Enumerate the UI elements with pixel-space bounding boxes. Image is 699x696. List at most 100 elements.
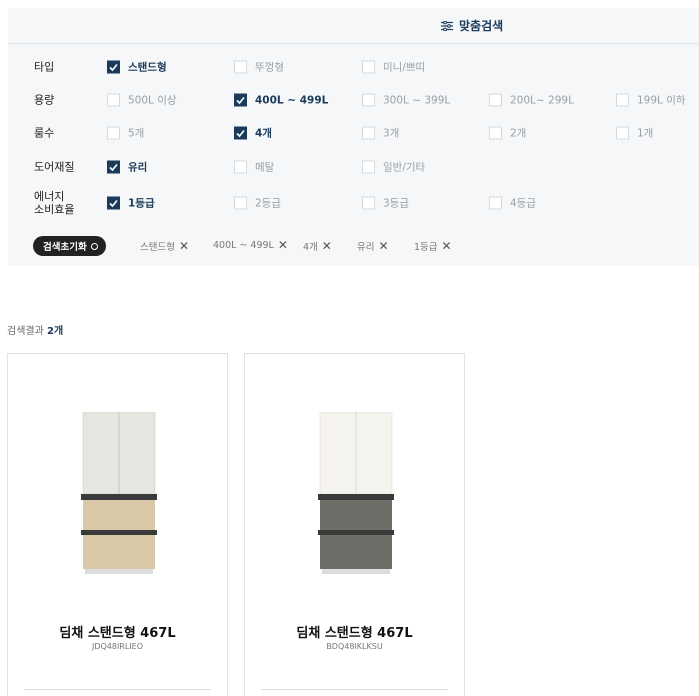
option-label: 4등급 xyxy=(510,197,537,210)
filter-label: 룸수 xyxy=(34,126,55,140)
checkbox[interactable] xyxy=(362,60,375,74)
result-count-value: 2개 xyxy=(47,326,64,337)
checkbox[interactable] xyxy=(616,93,629,107)
custom-search-panel: 맞춤검색 타입 스탠드형 뚜껑형 미니/쁘띠 용량 500L 이상 400L ~… xyxy=(8,8,699,266)
option-label: 2개 xyxy=(510,127,527,140)
checkbox[interactable] xyxy=(107,60,120,74)
checkbox[interactable] xyxy=(362,93,375,107)
checkbox[interactable] xyxy=(234,196,247,210)
option-metal[interactable]: 메탈 xyxy=(234,160,274,175)
selected-chip[interactable]: 유리 ✕ xyxy=(357,239,389,253)
chip-label: 4개 xyxy=(303,242,318,253)
product-model: JDQ48IRLIEO xyxy=(91,642,144,651)
option-stand[interactable]: 스탠드형 xyxy=(107,60,167,75)
option-rooms-2[interactable]: 2개 xyxy=(489,126,526,141)
panel-title-text: 맞춤검색 xyxy=(459,19,504,33)
checkbox[interactable] xyxy=(362,196,375,210)
product-name[interactable]: 딤채 스탠드형 467L xyxy=(8,622,227,641)
checkbox[interactable] xyxy=(107,160,120,174)
checkbox[interactable] xyxy=(362,160,375,174)
option-general[interactable]: 일반/기타 xyxy=(362,160,425,175)
product-model: BDQ48IKLKSU xyxy=(326,642,383,651)
result-label: 검색결과 xyxy=(7,326,44,337)
option-500-plus[interactable]: 500L 이상 xyxy=(107,93,177,108)
option-grade-3[interactable]: 3등급 xyxy=(362,196,409,211)
checkbox[interactable] xyxy=(107,93,120,107)
selected-chip[interactable]: 1등급 ✕ xyxy=(414,239,452,253)
option-200-299[interactable]: 200L~ 299L xyxy=(489,93,574,107)
option-rooms-4[interactable]: 4개 xyxy=(234,126,272,141)
option-label: 200L~ 299L xyxy=(510,94,574,106)
close-icon[interactable]: ✕ xyxy=(322,240,332,252)
filter-row-rooms: 룸수 5개 4개 3개 2개 1개 xyxy=(8,121,699,145)
option-label: 500L 이상 xyxy=(128,94,177,107)
filter-label-line: 에너지 xyxy=(34,190,65,203)
close-icon[interactable]: ✕ xyxy=(378,240,388,252)
option-label: 메탈 xyxy=(255,161,275,174)
result-count: 검색결과 2개 xyxy=(7,322,63,337)
checkbox[interactable] xyxy=(234,93,247,107)
checkbox[interactable] xyxy=(234,126,247,140)
checkbox[interactable] xyxy=(489,93,502,107)
selected-chip[interactable]: 400L ~ 499L ✕ xyxy=(213,239,288,251)
checkbox[interactable] xyxy=(107,126,120,140)
option-glass[interactable]: 유리 xyxy=(107,160,147,175)
option-label: 3개 xyxy=(383,127,400,140)
checkbox[interactable] xyxy=(489,126,502,140)
option-label: 400L ~ 499L xyxy=(255,94,329,106)
option-label: 유리 xyxy=(128,161,148,174)
selected-chip[interactable]: 4개 ✕ xyxy=(303,239,332,253)
checkbox[interactable] xyxy=(362,126,375,140)
filter-label: 타입 xyxy=(34,60,55,74)
panel-title[interactable]: 맞춤검색 xyxy=(441,17,503,34)
option-lid[interactable]: 뚜껑형 xyxy=(234,60,284,75)
option-rooms-3[interactable]: 3개 xyxy=(362,126,399,141)
filter-row-capacity: 용량 500L 이상 400L ~ 499L 300L ~ 399L 200L~… xyxy=(8,88,699,112)
option-grade-2[interactable]: 2등급 xyxy=(234,196,281,211)
close-icon[interactable]: ✕ xyxy=(278,239,288,251)
option-mini[interactable]: 미니/쁘띠 xyxy=(362,60,425,75)
option-grade-1[interactable]: 1등급 xyxy=(107,196,155,211)
option-label: 4개 xyxy=(255,127,272,140)
reset-search-button[interactable]: 검색초기화 xyxy=(33,236,106,256)
product-card[interactable]: 딤채 스탠드형 467L JDQ48IRLIEO xyxy=(7,353,228,696)
option-label: 5개 xyxy=(128,127,145,140)
product-card[interactable]: 딤채 스탠드형 467L BDQ48IKLKSU xyxy=(244,353,465,696)
filter-row-energy: 에너지 소비효율 1등급 2등급 3등급 4등급 xyxy=(8,188,699,218)
filter-label-line: 소비효율 xyxy=(34,203,75,216)
divider xyxy=(261,689,448,690)
option-400-499[interactable]: 400L ~ 499L xyxy=(234,93,329,107)
option-300-399[interactable]: 300L ~ 399L xyxy=(362,93,451,107)
filter-label: 도어재질 xyxy=(34,160,75,174)
checkbox[interactable] xyxy=(234,160,247,174)
divider xyxy=(24,689,211,690)
checkbox[interactable] xyxy=(489,196,502,210)
checkbox[interactable] xyxy=(234,60,247,74)
option-label: 미니/쁘띠 xyxy=(383,61,426,74)
product-image xyxy=(81,412,157,574)
option-grade-4[interactable]: 4등급 xyxy=(489,196,536,211)
product-image xyxy=(318,412,394,574)
chip-label: 400L ~ 499L xyxy=(213,239,274,251)
checkbox[interactable] xyxy=(107,196,120,210)
option-label: 1등급 xyxy=(128,197,155,210)
option-label: 1개 xyxy=(637,127,654,140)
filter-row-type: 타입 스탠드형 뚜껑형 미니/쁘띠 xyxy=(8,55,699,79)
close-icon[interactable]: ✕ xyxy=(179,240,189,252)
option-rooms-1[interactable]: 1개 xyxy=(616,126,653,141)
option-label: 2등급 xyxy=(255,197,282,210)
option-label: 일반/기타 xyxy=(383,161,426,174)
reset-label: 검색초기화 xyxy=(43,242,87,253)
refresh-icon xyxy=(90,242,98,250)
option-rooms-5[interactable]: 5개 xyxy=(107,126,144,141)
selected-chip[interactable]: 스탠드형 ✕ xyxy=(140,239,189,253)
option-label: 뚜껑형 xyxy=(255,61,284,74)
option-label: 3등급 xyxy=(383,197,410,210)
product-name[interactable]: 딤채 스탠드형 467L xyxy=(245,622,464,641)
option-label: 300L ~ 399L xyxy=(383,94,451,106)
option-199-under[interactable]: 199L 이하 xyxy=(616,93,686,108)
checkbox[interactable] xyxy=(616,126,629,140)
option-label: 스탠드형 xyxy=(128,61,167,74)
close-icon[interactable]: ✕ xyxy=(442,240,452,252)
filter-row-door-material: 도어재질 유리 메탈 일반/기타 xyxy=(8,155,699,179)
